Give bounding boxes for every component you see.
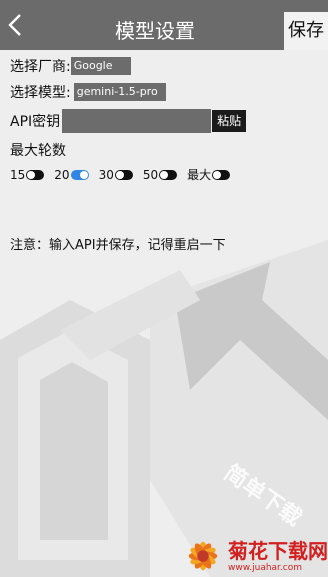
max-turns-row: 最大轮数 (10, 140, 66, 160)
save-button[interactable]: 保存 (284, 12, 328, 50)
header-bar: 模型设置 保存 (0, 0, 328, 50)
logo-url: www.juahar.com (228, 562, 303, 573)
turn-option-label: 15 (10, 167, 26, 182)
toggle-switch[interactable] (70, 169, 89, 180)
turn-option-15[interactable]: 15 (10, 167, 45, 182)
flower-logo-icon (188, 541, 218, 571)
vendor-label: 选择厂商: (10, 59, 71, 75)
max-turns-label: 最大轮数 (10, 143, 66, 159)
restart-note: 注意：输入API并保存，记得重启一下 (10, 238, 226, 253)
toggle-switch[interactable] (212, 169, 231, 180)
api-key-row: API密钥 粘贴 (10, 109, 247, 133)
turn-option-label: 50 (142, 167, 159, 182)
model-label: 选择模型: (10, 85, 71, 101)
paste-button[interactable]: 粘贴 (212, 110, 247, 132)
toggle-switch[interactable] (159, 169, 178, 180)
vendor-row: 选择厂商: Google (10, 56, 131, 76)
turn-option-label: 20 (54, 167, 70, 182)
page-title: 模型设置 (115, 19, 195, 43)
api-key-input[interactable] (62, 109, 212, 133)
max-turns-options: 15 20 30 50 最大 (10, 166, 240, 183)
turn-option-max[interactable]: 最大 (187, 166, 231, 183)
toggle-switch[interactable] (26, 169, 45, 180)
turn-option-label: 最大 (187, 168, 212, 182)
site-logo: 菊花下载网 www.juahar.com (182, 536, 328, 577)
turn-option-50[interactable]: 50 (142, 167, 178, 182)
turn-option-label: 30 (98, 167, 114, 182)
vendor-select[interactable]: Google (70, 57, 131, 75)
api-key-label: API密钥 (10, 114, 61, 130)
model-row: 选择模型: gemini-1.5-pro (10, 82, 166, 102)
turn-option-30[interactable]: 30 (99, 168, 133, 182)
model-select[interactable]: gemini-1.5-pro (73, 83, 166, 101)
turn-option-20[interactable]: 20 (54, 167, 89, 182)
toggle-switch[interactable] (114, 169, 133, 180)
logo-title: 菊花下载网 (228, 538, 328, 563)
